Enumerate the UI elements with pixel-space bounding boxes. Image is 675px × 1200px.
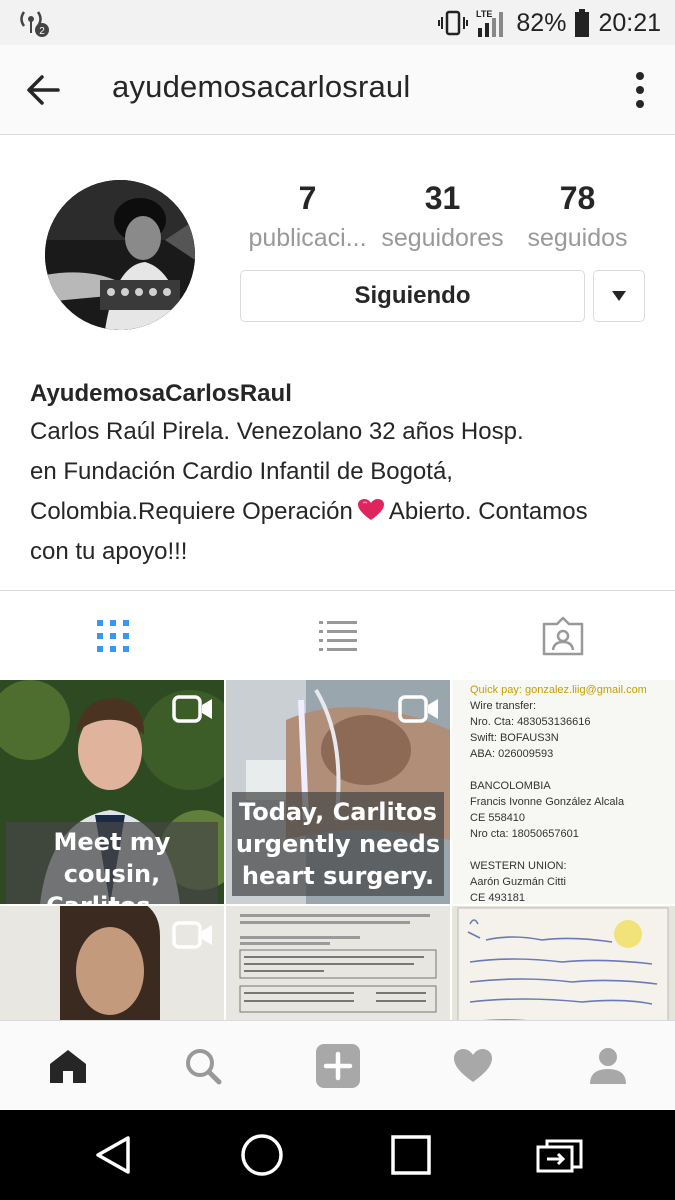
bottom-navigation [0,1020,675,1110]
page-title: ayudemosacarlosraul [112,69,411,104]
bio-line-1: Carlos Raúl Pirela. Venezolano 32 años H… [30,418,524,445]
stat-following[interactable]: 78 seguidos [510,178,645,258]
profile-view-tabs [0,590,675,680]
nav-home[interactable] [0,1021,135,1111]
suggestions-dropdown-button[interactable] [593,270,645,322]
document-line: BANCOLOMBIA [470,780,551,792]
caption-line: urgently needs [235,830,441,858]
tab-list-view[interactable] [225,591,450,681]
caption-line: Meet my cousin, [53,828,171,888]
tab-tagged[interactable] [450,591,675,681]
video-camera-icon [398,695,438,723]
system-back-button[interactable] [64,1110,164,1200]
post-caption-overlay: Meet my cousin, Carlitos... [6,822,218,904]
post-thumbnail[interactable] [226,906,450,1020]
stat-followers-label: seguidores [381,224,504,252]
list-icon [318,621,357,651]
post-image [226,906,450,1020]
profile-bio: AyudemosaCarlosRaul Carlos Raúl Pirela. … [30,376,655,572]
profile-icon [589,1048,626,1084]
hotspot-icon: 2 [20,11,49,37]
post-image [452,906,675,1020]
system-recents-button[interactable] [361,1110,461,1200]
circle-home-icon [241,1134,283,1176]
document-line: Aarón Guzmán Citti [470,876,566,888]
add-post-icon [315,1044,360,1088]
bio-line-4: con tu apoyo!!! [30,538,188,565]
post-thumbnail[interactable] [452,906,675,1020]
app-bar: ayudemosacarlosraul [0,45,675,135]
stat-following-label: seguidos [527,224,628,252]
caption-line: heart surgery. [241,862,435,890]
document-line: ABA: 026009593 [470,748,554,760]
tagged-person-icon [542,616,583,656]
triangle-back-icon [96,1136,130,1174]
nav-activity[interactable] [405,1021,540,1111]
profile-stats: 7 publicaci... 31 seguidores 78 seguidos [240,178,645,258]
stat-posts[interactable]: 7 publicaci... [240,178,375,258]
stat-followers-count: 31 [424,180,461,216]
arrow-left-icon[interactable] [22,70,66,110]
caption-line: Carlitos... [8,890,216,904]
document-line: Nro cta: 18050657601 [470,828,579,840]
search-icon [185,1049,221,1085]
avatar[interactable] [45,180,195,330]
system-navigation-bar [0,1110,675,1200]
document-line: Nro. Cta: 483053136616 [470,716,591,728]
status-bar: 2 LTE 82% 20:21 [0,0,675,45]
hotspot-badge: 2 [39,26,45,37]
following-button[interactable]: Siguiendo [240,270,585,322]
document-line: Swift: BOFAUS3N [470,732,559,744]
nav-profile[interactable] [540,1021,675,1111]
profile-name: AyudemosaCarlosRaul [30,380,292,407]
document-line: Quick pay: gonzalez.liig@gmail.com [470,684,647,696]
grid-icon [96,620,129,652]
vibrate-icon [438,10,469,36]
bio-line-2: en Fundación Cardio Infantil de Bogotá, [30,458,453,485]
post-thumbnail[interactable] [0,906,224,1020]
document-line: CE 558410 [470,812,526,824]
document-line: Wire transfer: [470,700,537,712]
system-home-button[interactable] [212,1110,312,1200]
vertical-dots-icon[interactable] [633,71,647,109]
stat-posts-label: publicaci... [248,224,367,252]
post-caption-overlay: Today, Carlitos urgently needs heart sur… [232,792,444,896]
bio-line-3b: Abierto. Contamos [388,498,588,525]
triangle-down-icon [612,291,626,301]
heart-emoji-icon [357,499,384,520]
payment-info-document: Quick pay: gonzalez.liig@gmail.com Wire … [470,682,647,904]
stat-posts-count: 7 [298,180,317,216]
activity-heart-icon [453,1049,492,1082]
stat-following-count: 78 [559,180,596,216]
system-switch-button[interactable] [510,1110,610,1200]
svg-text:LTE: LTE [476,9,492,19]
battery-percent: 82% [516,8,567,37]
nav-add-post[interactable] [270,1021,405,1111]
document-line: WESTERN UNION: [470,860,567,872]
bio-line-3a: Colombia.Requiere Operación [30,498,353,525]
cell-signal-icon: LTE [476,9,504,37]
post-thumbnail[interactable]: Today, Carlitos urgently needs heart sur… [226,680,450,904]
document-line: Francis Ivonne González Alcala [470,796,625,808]
nav-search[interactable] [135,1021,270,1111]
battery-icon [575,9,590,37]
video-camera-icon [172,921,212,949]
post-thumbnail[interactable]: Meet my cousin, Carlitos... [0,680,224,904]
document-line: CE 493181 [470,892,526,904]
app-switch-icon [536,1139,583,1173]
stat-followers[interactable]: 31 seguidores [375,178,510,258]
tab-grid-view[interactable] [0,591,225,681]
home-icon [49,1050,86,1083]
bio-line-3: Colombia.Requiere Operación Abierto. Con… [30,492,655,532]
square-recents-icon [391,1135,431,1175]
posts-grid: Meet my cousin, Carlitos... Today, Carli… [0,680,675,1020]
post-thumbnail[interactable]: Quick pay: gonzalez.liig@gmail.com Wire … [452,680,675,904]
caption-line: Today, Carlitos [239,798,437,826]
clock: 20:21 [598,8,661,37]
video-camera-icon [172,695,212,723]
